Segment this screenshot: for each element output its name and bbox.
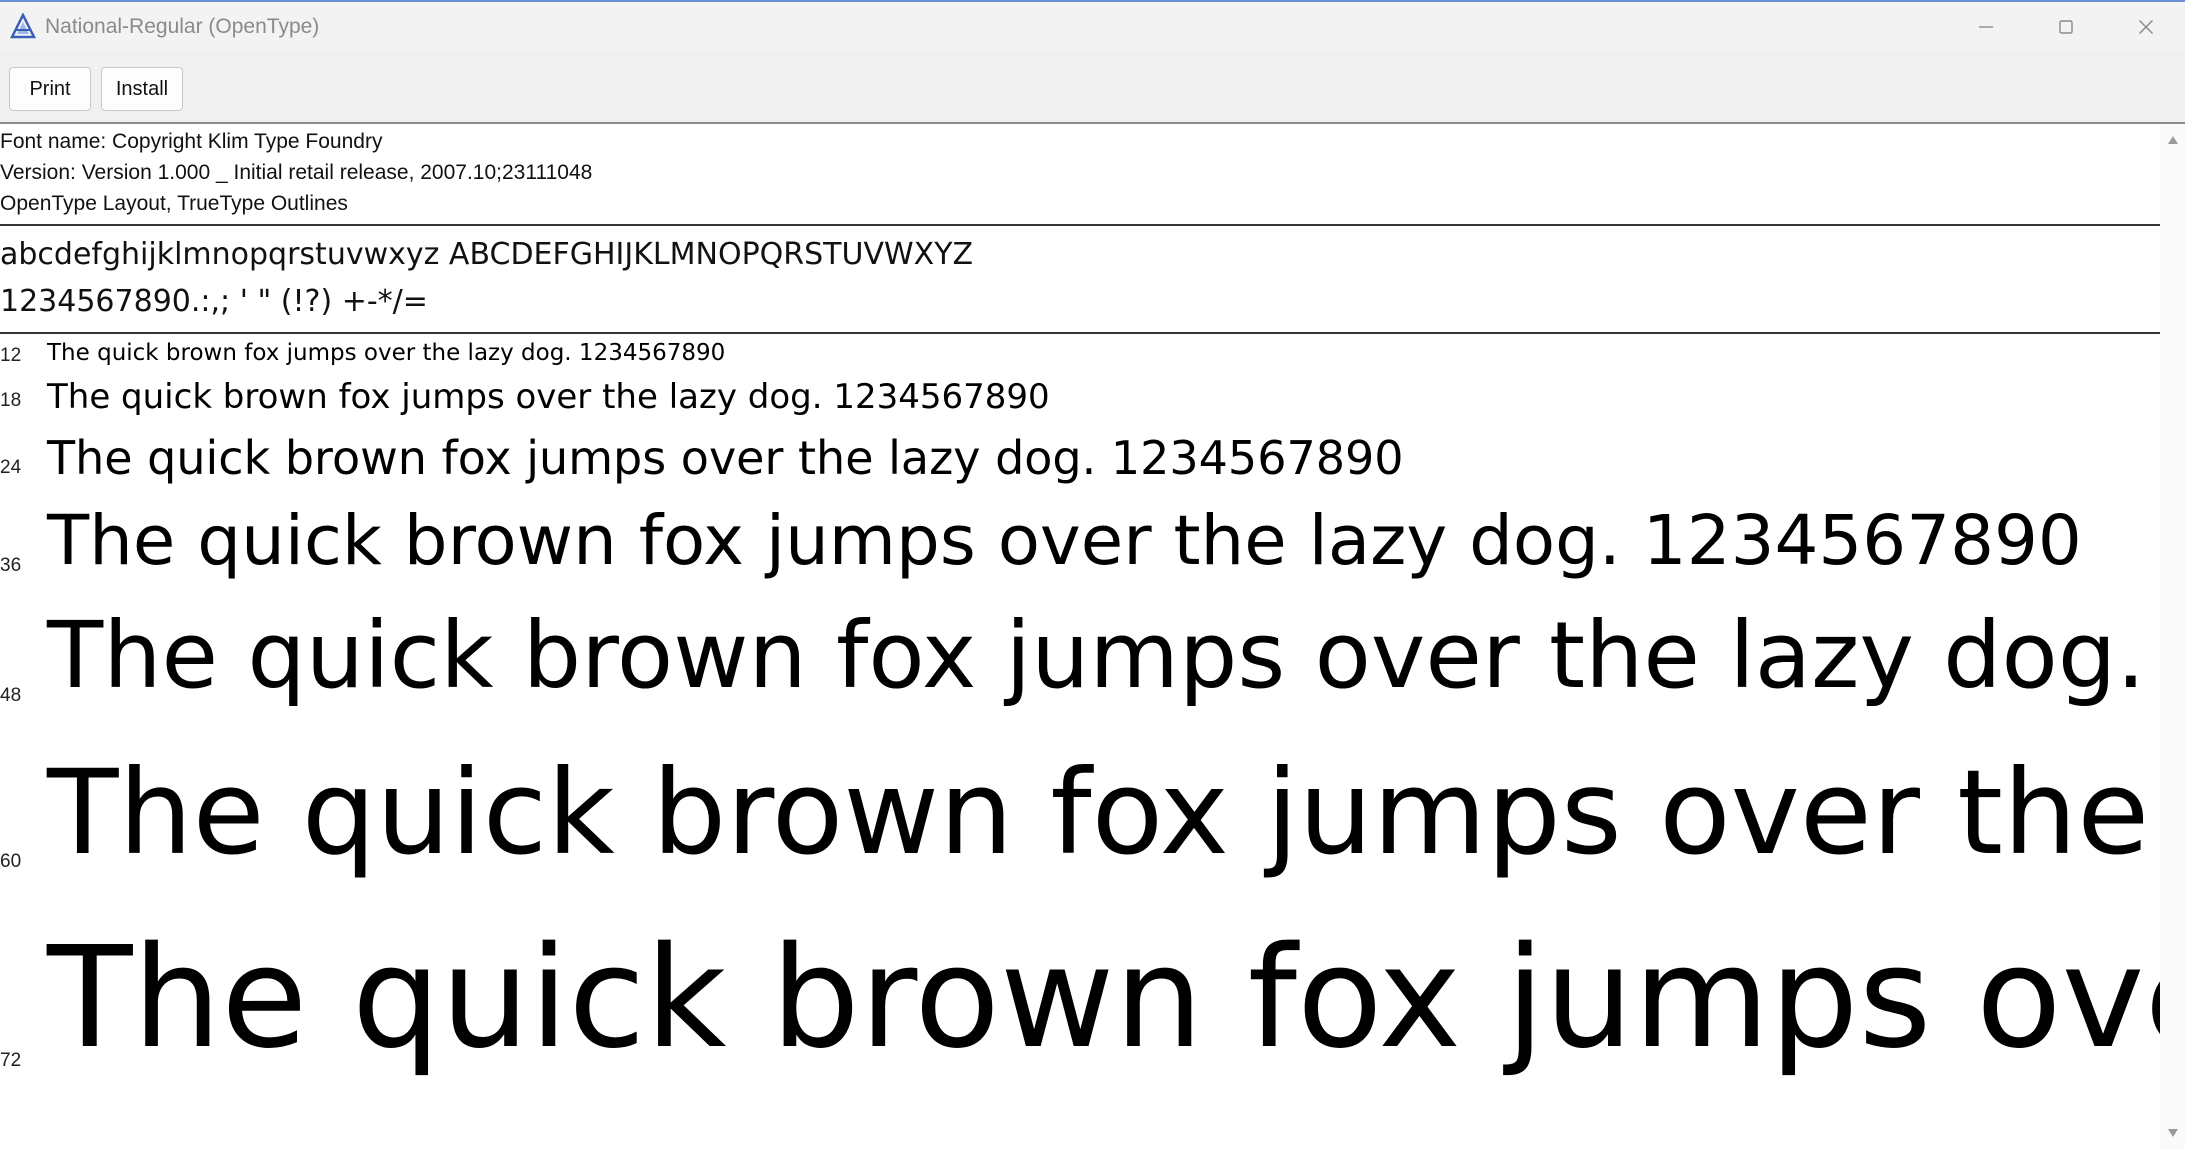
sample-size-label: 18 bbox=[0, 390, 22, 411]
install-button[interactable]: Install bbox=[101, 67, 183, 111]
sample-text-60: The quick brown fox jumps over the lazy … bbox=[47, 744, 2160, 881]
sample-text-36: The quick brown fox jumps over the lazy … bbox=[47, 501, 2082, 581]
sample-size-label: 24 bbox=[0, 457, 22, 478]
divider bbox=[0, 332, 2160, 334]
vertical-scrollbar[interactable] bbox=[2160, 124, 2185, 1149]
sample-size-label: 72 bbox=[0, 1050, 22, 1071]
maximize-button[interactable] bbox=[2026, 2, 2106, 51]
close-button[interactable] bbox=[2106, 2, 2185, 51]
sample-size-label: 48 bbox=[0, 685, 22, 706]
sample-size-label: 36 bbox=[0, 555, 22, 576]
sample-text-48: The quick brown fox jumps over the lazy … bbox=[47, 602, 2160, 709]
print-button[interactable]: Print bbox=[9, 67, 91, 111]
sample-text-24: The quick brown fox jumps over the lazy … bbox=[47, 431, 1404, 485]
title-bar: National-Regular (OpenType) bbox=[0, 0, 2185, 51]
font-viewer-window: National-Regular (OpenType) Print Instal… bbox=[0, 0, 2185, 1149]
font-version-info: Version: Version 1.000 _ Initial retail … bbox=[0, 161, 593, 184]
font-preview-area: Font name: Copyright Klim Type Foundry V… bbox=[0, 124, 2160, 1149]
charset-numbers-symbols: 1234567890.:,; ' " (!?) +-*/= bbox=[0, 284, 428, 319]
maximize-icon bbox=[2059, 19, 2073, 34]
toolbar: Print Install bbox=[0, 51, 2185, 124]
sample-size-label: 60 bbox=[0, 851, 22, 872]
window-title: National-Regular (OpenType) bbox=[45, 15, 320, 38]
charset-letters: abcdefghijklmnopqrstuvwxyz ABCDEFGHIJKLM… bbox=[0, 237, 974, 272]
divider bbox=[0, 224, 2160, 226]
minimize-button[interactable] bbox=[1946, 2, 2026, 51]
sample-size-label: 12 bbox=[0, 345, 22, 366]
sample-text-18: The quick brown fox jumps over the lazy … bbox=[47, 377, 1050, 417]
sample-text-72: The quick brown fox jumps over the lazy … bbox=[47, 917, 2160, 1080]
close-icon bbox=[2139, 19, 2153, 34]
font-name-info: Font name: Copyright Klim Type Foundry bbox=[0, 130, 383, 153]
minimize-icon bbox=[1979, 25, 1993, 28]
font-outlines-info: OpenType Layout, TrueType Outlines bbox=[0, 192, 348, 215]
sample-text-12: The quick brown fox jumps over the lazy … bbox=[47, 340, 726, 366]
scroll-down-arrow-icon[interactable] bbox=[2166, 1127, 2180, 1139]
font-app-icon bbox=[10, 13, 36, 39]
scroll-up-arrow-icon[interactable] bbox=[2166, 134, 2180, 146]
